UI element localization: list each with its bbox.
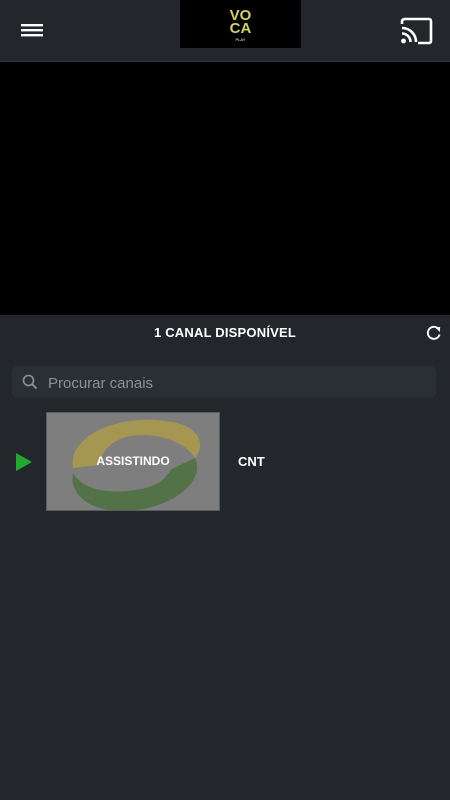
app-logo: VO CA PLAY <box>180 0 301 48</box>
app-bar: VO CA PLAY <box>0 0 450 62</box>
channels-header: 1 CANAL DISPONÍVEL <box>0 315 450 351</box>
menu-button[interactable] <box>14 15 50 45</box>
channel-name: CNT <box>238 454 265 469</box>
hamburger-menu-icon <box>21 24 43 37</box>
channels-count-title: 1 CANAL DISPONÍVEL <box>153 325 297 340</box>
cast-button[interactable] <box>396 14 436 48</box>
refresh-icon <box>426 325 441 340</box>
search-icon <box>22 374 38 390</box>
list-item[interactable]: ASSISTINDO CNT <box>0 412 450 512</box>
watching-label: ASSISTINDO <box>96 454 170 468</box>
search-input[interactable] <box>46 366 430 400</box>
cast-icon <box>400 17 433 45</box>
play-icon <box>15 453 33 471</box>
refresh-button[interactable] <box>425 324 443 342</box>
svg-text:PLAY: PLAY <box>236 37 246 42</box>
svg-text:CA: CA <box>230 20 252 37</box>
channel-thumbnail[interactable]: ASSISTINDO <box>46 412 220 511</box>
video-player[interactable] <box>0 62 450 315</box>
search-bar <box>12 366 436 400</box>
voca-play-logo: VO CA PLAY <box>230 7 252 42</box>
